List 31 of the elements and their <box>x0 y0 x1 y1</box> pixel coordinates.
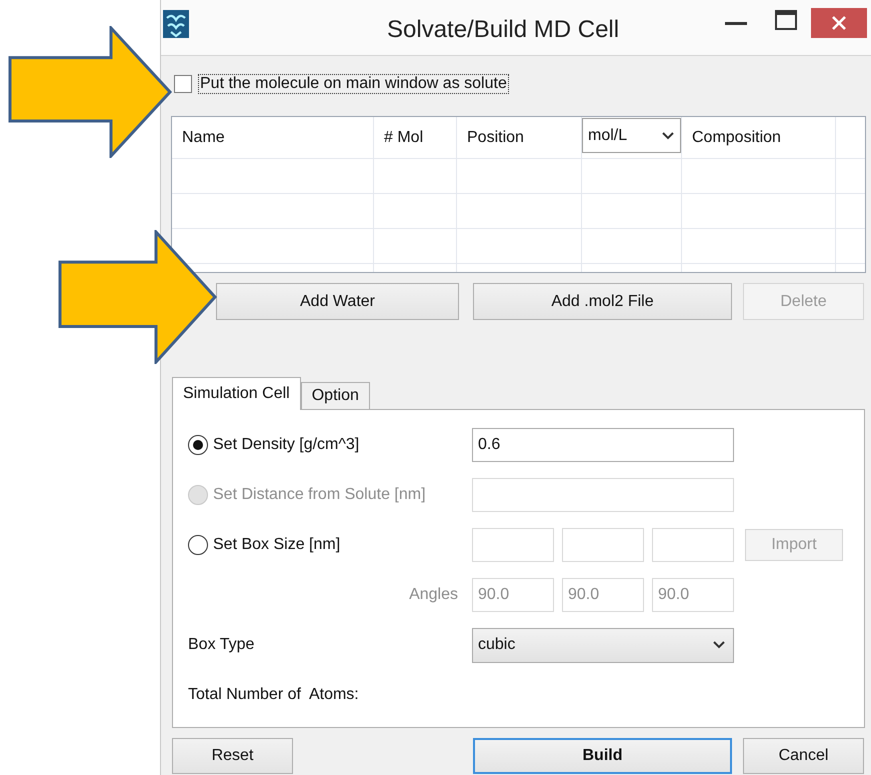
window-title: Solvate/Build MD Cell <box>387 16 620 44</box>
field-label: Box Type <box>188 636 254 654</box>
add-file-button[interactable]: Add .mol2 File <box>473 283 732 320</box>
column-header: # Mol <box>384 128 424 146</box>
checkbox-label[interactable]: Put the molecule on main window as solute <box>198 74 509 94</box>
caret-icon <box>713 641 725 649</box>
checkbox[interactable] <box>174 75 192 93</box>
column-header: Position <box>467 128 524 146</box>
column-header: Composition <box>692 128 781 146</box>
add-water-button[interactable]: Add Water <box>216 283 459 320</box>
close-icon <box>832 16 846 30</box>
info-label: Total Number of Atoms: <box>188 686 359 704</box>
reset-button[interactable]: Reset <box>172 738 293 774</box>
build-button[interactable]: Build <box>473 738 732 774</box>
tab[interactable]: Simulation Cell <box>172 377 301 410</box>
radio-label[interactable]: Set Density [g/cm^3] <box>213 436 360 454</box>
field-label: Angles <box>409 586 458 604</box>
text-field[interactable]: 0.6 <box>472 428 734 462</box>
column-header: Name <box>182 128 225 146</box>
app-icon <box>163 10 189 38</box>
tab[interactable]: Option <box>300 382 370 409</box>
minimize-icon[interactable] <box>725 22 747 25</box>
caret-icon <box>662 132 674 140</box>
box-type-dropdown[interactable]: cubic <box>472 628 734 662</box>
radio-button[interactable] <box>188 535 208 555</box>
close-button[interactable] <box>811 8 867 38</box>
cancel-button[interactable]: Cancel <box>743 738 864 774</box>
radio-label[interactable]: Set Box Size [nm] <box>213 536 340 554</box>
unit-dropdown[interactable]: mol/L <box>582 118 681 153</box>
maximize-icon[interactable] <box>775 10 797 30</box>
radio-button[interactable] <box>188 435 208 455</box>
